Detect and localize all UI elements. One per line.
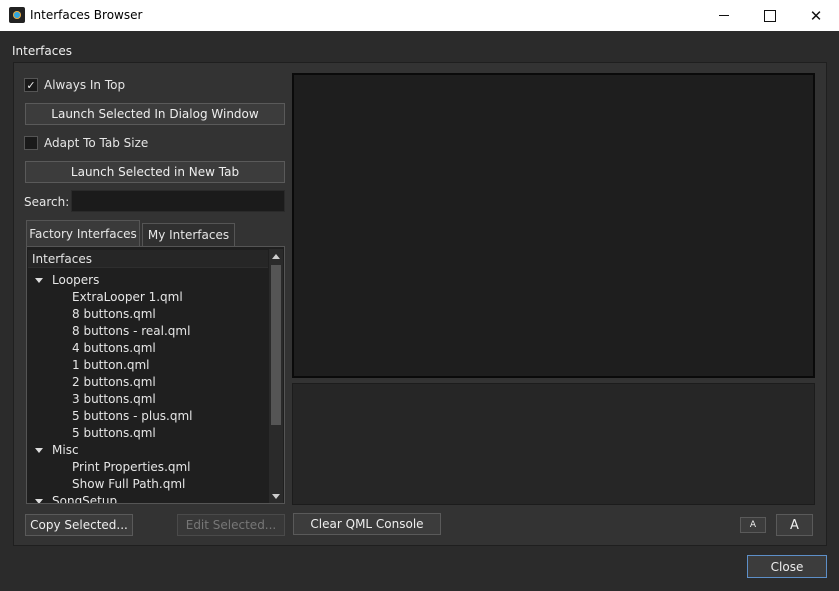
minimize-icon [719, 15, 729, 16]
expand-arrow-icon[interactable] [35, 278, 43, 283]
adapt-tab-row[interactable]: Adapt To Tab Size [24, 136, 148, 150]
tree-item-loopers[interactable]: Loopers [52, 272, 99, 289]
tree-item[interactable]: Print Properties.qml [72, 459, 191, 476]
tree-item[interactable]: 5 buttons - plus.qml [72, 408, 193, 425]
scroll-down-button[interactable] [269, 489, 283, 503]
tree-item[interactable]: 5 buttons.qml [72, 425, 156, 442]
arrow-down-icon [272, 493, 280, 499]
always-on-top-checkbox[interactable]: ✓ [24, 78, 38, 92]
minimize-button[interactable] [701, 0, 747, 31]
tree-header: Interfaces [28, 250, 268, 268]
tab-factory-interfaces[interactable]: Factory Interfaces [26, 220, 140, 247]
tree-item[interactable]: 2 buttons.qml [72, 374, 156, 391]
checkmark-icon: ✓ [26, 78, 36, 92]
app-icon [9, 7, 25, 23]
tree-item[interactable]: 1 button.qml [72, 357, 149, 374]
scrollbar-thumb[interactable] [271, 265, 281, 425]
edit-selected-button[interactable]: Edit Selected... [177, 514, 285, 536]
tree-item[interactable]: 3 buttons.qml [72, 391, 156, 408]
font-large-button[interactable]: A [776, 514, 813, 536]
interface-preview-panel [292, 73, 815, 378]
clear-qml-console-button[interactable]: Clear QML Console [293, 513, 441, 535]
tree-scrollbar[interactable] [269, 249, 283, 503]
tree-item[interactable]: 4 buttons.qml [72, 340, 156, 357]
window-title: Interfaces Browser [30, 8, 143, 22]
always-on-top-row[interactable]: ✓ Always In Top [24, 78, 125, 92]
tab-my-interfaces[interactable]: My Interfaces [142, 223, 235, 246]
adapt-tab-checkbox[interactable] [24, 136, 38, 150]
launch-new-tab-button[interactable]: Launch Selected in New Tab [25, 161, 285, 183]
search-input[interactable] [71, 190, 285, 212]
tree-item[interactable]: Show Full Path.qml [72, 476, 185, 493]
expand-arrow-icon[interactable] [35, 499, 43, 503]
close-window-button[interactable]: ✕ [793, 0, 839, 31]
group-title: Interfaces [12, 44, 72, 58]
tree-item[interactable]: ExtraLooper 1.qml [72, 289, 183, 306]
adapt-tab-label: Adapt To Tab Size [44, 136, 149, 150]
arrow-up-icon [272, 253, 280, 259]
qml-console[interactable] [292, 383, 815, 505]
tree-item-misc[interactable]: Misc [52, 442, 79, 459]
launch-dialog-button[interactable]: Launch Selected In Dialog Window [25, 103, 285, 125]
expand-arrow-icon[interactable] [35, 448, 43, 453]
close-button[interactable]: Close [747, 555, 827, 578]
font-small-button[interactable]: A [740, 517, 766, 533]
always-on-top-label: Always In Top [44, 78, 126, 92]
search-label: Search: [24, 195, 70, 209]
maximize-button[interactable] [747, 0, 793, 31]
tree-item[interactable]: 8 buttons - real.qml [72, 323, 190, 340]
tree-item[interactable]: 8 buttons.qml [72, 306, 156, 323]
maximize-icon [764, 9, 776, 22]
copy-selected-button[interactable]: Copy Selected... [25, 514, 133, 536]
title-bar: Interfaces Browser ✕ [0, 0, 839, 31]
tree-item-songsetup[interactable]: SongSetup [52, 493, 117, 503]
scroll-up-button[interactable] [269, 249, 283, 263]
close-icon: ✕ [809, 6, 823, 25]
interfaces-tree[interactable]: Interfaces Loopers ExtraLooper 1.qml 8 b… [26, 246, 285, 504]
